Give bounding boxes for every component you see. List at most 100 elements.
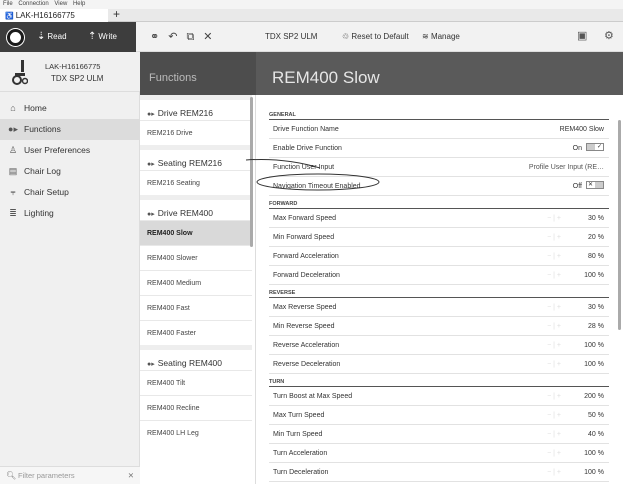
stepper-controls[interactable]: − | + (547, 388, 561, 406)
parameter-value[interactable]: 80 % (588, 248, 604, 266)
stepper-controls[interactable]: − | + (547, 248, 561, 266)
function-group: ●▸ Drive REM216 (140, 95, 252, 120)
device-card[interactable]: LAK-H16166775 TDX SP2 ULM (0, 52, 140, 92)
parameter-value-text: 20 % (588, 234, 604, 241)
parameter-value[interactable]: Off ✕ (573, 178, 604, 196)
undo-icon[interactable]: ↶ (168, 31, 186, 43)
sidebar-item-chair-log[interactable]: ▤ Chair Log (0, 161, 140, 182)
stepper-controls[interactable]: − | + (547, 337, 561, 355)
function-item[interactable]: REM400 LH Leg (140, 420, 252, 445)
menu-help[interactable]: Help (73, 1, 85, 7)
sidebar-item-functions[interactable]: ●▸ Functions (0, 119, 140, 140)
section-header: GENERAL (269, 110, 609, 120)
toggle-switch[interactable]: ✕ (586, 181, 604, 190)
toolbar: ⇣ Read ⇡ Write ⚭↶⧉✕ TDX SP2 ULM ♲ Reset to… (0, 22, 623, 52)
parameter-label: Turn Acceleration (273, 450, 328, 457)
toggle-switch[interactable]: ✓ (586, 143, 604, 152)
sidebar-item-chair-setup[interactable]: ⫧ Chair Setup (0, 182, 140, 203)
functions-list: ●▸ Drive REM216 REM216 Drive ●▸ Seating REM2… (140, 95, 252, 445)
read-button[interactable]: ⇣ Read (37, 30, 67, 43)
parameter-value[interactable]: 28 % (588, 318, 604, 336)
parameter-row: Min Reverse Speed 28 % − | + (269, 318, 609, 336)
device-info-icon[interactable]: ▣ (577, 29, 587, 42)
link-icon[interactable]: ⚭ (150, 31, 168, 43)
device-id: LAK-H16166775 (45, 62, 101, 71)
parameter-value-text: 30 % (588, 304, 604, 311)
clear-filter-icon[interactable]: ✕ (128, 467, 134, 484)
filter-input[interactable]: Filter parameters (18, 471, 75, 480)
manage-button[interactable]: ≋ Manage (422, 31, 460, 43)
menu-connection[interactable]: Connection (18, 1, 48, 7)
function-group: ●▸ Seating REM216 (140, 145, 252, 170)
parameter-label: Max Reverse Speed (273, 304, 337, 311)
parameter-value[interactable]: 100 % (584, 267, 604, 285)
parameter-value[interactable]: 30 % (588, 210, 604, 228)
parameter-value[interactable]: 100 % (584, 464, 604, 482)
parameter-value[interactable]: 100 % (584, 445, 604, 463)
stepper-controls[interactable]: − | + (547, 299, 561, 317)
stepper-controls[interactable]: − | + (547, 267, 561, 285)
sidebar-item-user-preferences[interactable]: ♙ User Preferences (0, 140, 140, 161)
parameter-value[interactable]: 200 % (584, 388, 604, 406)
parameter-row: Reverse Acceleration 100 % − | + (269, 337, 609, 355)
sidebar-item-home[interactable]: ⌂ Home (0, 98, 140, 119)
reset-default-button[interactable]: ♲ Reset to Default (342, 31, 409, 43)
parameter-row: Max Forward Speed 30 % − | + (269, 210, 609, 228)
parameter-value[interactable]: 100 % (584, 356, 604, 374)
parameter-value[interactable]: 20 % (588, 229, 604, 247)
stepper-controls[interactable]: − | + (547, 445, 561, 463)
parameters-scrollbar[interactable] (618, 120, 621, 330)
sidebar-item-label: Chair Log (24, 166, 61, 176)
menu-bar: File Connection View Help (0, 0, 623, 9)
parameter-value[interactable]: 30 % (588, 299, 604, 317)
functions-scrollbar[interactable] (250, 97, 253, 247)
write-button[interactable]: ⇡ Write (88, 30, 117, 43)
parameter-value[interactable]: 100 % (584, 337, 604, 355)
settings-icon[interactable]: ⚙ (604, 29, 614, 42)
function-item[interactable]: REM400 Medium (140, 270, 252, 295)
parameter-value[interactable]: Profile User Input (RE… (529, 159, 604, 177)
parameter-value[interactable]: 50 % (588, 407, 604, 425)
stepper-controls[interactable]: − | + (547, 407, 561, 425)
parameter-value[interactable]: On ✓ (573, 140, 604, 158)
menu-view[interactable]: View (54, 1, 67, 7)
power-icon[interactable] (7, 29, 24, 46)
function-item[interactable]: REM400 Fast (140, 295, 252, 320)
section-header: REVERSE (269, 288, 609, 298)
parameter-row: Forward Deceleration 100 % − | + (269, 267, 609, 285)
sidebar-item-label: Home (24, 103, 47, 113)
page-title: REM400 Slow (256, 52, 623, 95)
stepper-controls[interactable]: − | + (547, 426, 561, 444)
toggle-knob (595, 182, 603, 189)
function-item[interactable]: REM400 Recline (140, 395, 252, 420)
parameter-value-text: 100 % (584, 361, 604, 368)
sidebar-item-lighting[interactable]: ≣ Lighting (0, 203, 140, 224)
stepper-controls[interactable]: − | + (547, 318, 561, 336)
tab-title: LAK-H16166775 (15, 11, 75, 20)
stepper-controls[interactable]: − | + (547, 229, 561, 247)
parameter-label: Min Reverse Speed (273, 323, 335, 330)
parameter-value[interactable]: REM400 Slow (560, 121, 604, 139)
parameter-row: Max Reverse Speed 30 % − | + (269, 299, 609, 317)
function-item[interactable]: REM400 Faster (140, 320, 252, 345)
menu-file[interactable]: File (3, 1, 13, 7)
copy-icon[interactable]: ⧉ (186, 31, 203, 43)
function-group: ●▸ Seating REM400 (140, 345, 252, 370)
stepper-controls[interactable]: − | + (547, 464, 561, 482)
stepper-controls[interactable]: − | + (547, 356, 561, 374)
group-label: Drive REM400 (157, 208, 214, 218)
close-icon[interactable]: ✕ (203, 31, 221, 43)
parameter-value[interactable]: 40 % (588, 426, 604, 444)
parameter-label: Function User Input (273, 164, 335, 171)
x-icon: ✕ (588, 182, 594, 189)
parameter-label: Navigation Timeout Enabled (273, 183, 361, 190)
tab-device[interactable]: ♿ LAK-H16166775 (0, 9, 108, 22)
parameter-row: Forward Acceleration 80 % − | + (269, 248, 609, 266)
stepper-controls[interactable]: − | + (547, 210, 561, 228)
nav-list: ⌂ Home ●▸ Functions ♙ User Preferences ▤ Chair … (0, 98, 140, 224)
new-tab-button[interactable]: + (113, 8, 120, 21)
edit-tools: ⚭↶⧉✕ (150, 30, 222, 44)
parameter-value-text: 50 % (588, 412, 604, 419)
function-item[interactable]: REM400 Slower (140, 245, 252, 270)
filter-bar: 🔍︎ Filter parameters ✕ (0, 466, 140, 484)
